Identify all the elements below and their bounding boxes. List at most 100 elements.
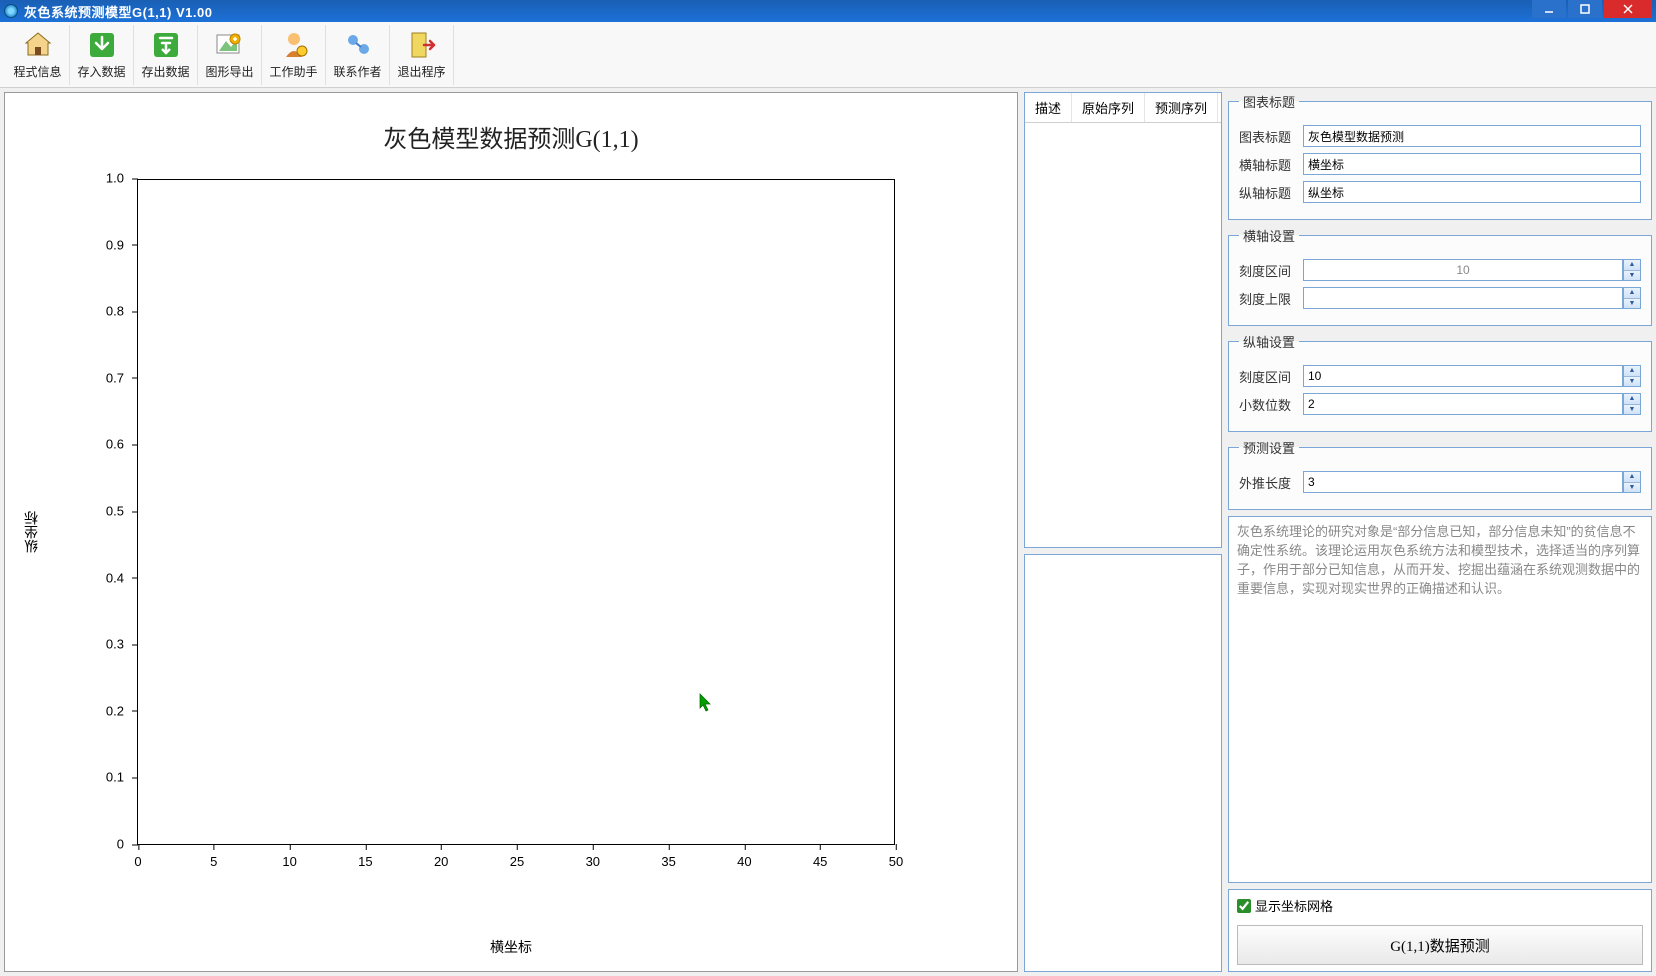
x-tick: 20 — [434, 844, 448, 869]
label-extrapolate: 外推长度 — [1239, 473, 1295, 492]
titlebar: 灰色系统预测模型G(1,1) V1.00 — [0, 0, 1656, 22]
spin-up[interactable]: ▲ — [1624, 366, 1640, 377]
lower-list-box — [1024, 554, 1222, 972]
y-tick: 0.3 — [106, 637, 138, 652]
legend-xaxis: 横轴设置 — [1239, 226, 1299, 245]
tab-description[interactable]: 描述 — [1025, 93, 1072, 122]
data-tab-box: 描述 原始序列 预测序列 — [1024, 92, 1222, 548]
x-tick: 40 — [737, 844, 751, 869]
group-predict-setting: 预测设置 外推长度 ▲▼ — [1228, 438, 1652, 510]
toolbar-save-data[interactable]: 存出数据 — [134, 25, 198, 85]
input-y-decimals[interactable] — [1303, 393, 1623, 415]
spin-down[interactable]: ▼ — [1624, 299, 1640, 309]
checkbox-show-grid-wrap[interactable]: 显示坐标网格 — [1237, 896, 1643, 915]
x-tick: 5 — [210, 844, 217, 869]
close-button[interactable] — [1604, 0, 1652, 18]
input-x-interval[interactable] — [1303, 259, 1623, 281]
legend-predict: 预测设置 — [1239, 438, 1299, 457]
legend-chart-title: 图表标题 — [1239, 92, 1299, 111]
toolbar-exit[interactable]: 退出程序 — [390, 25, 454, 85]
y-tick: 0.5 — [106, 504, 138, 519]
spin-down[interactable]: ▼ — [1624, 405, 1640, 415]
checkbox-show-grid-label: 显示坐标网格 — [1255, 896, 1333, 915]
toolbar-program-info[interactable]: 程式信息 — [6, 25, 70, 85]
toolbar-assistant[interactable]: 工作助手 — [262, 25, 326, 85]
exit-icon — [406, 29, 438, 61]
y-tick: 0.4 — [106, 570, 138, 585]
chart-title: 灰色模型数据预测G(1,1) — [5, 93, 1017, 154]
toolbar-label: 图形导出 — [205, 63, 253, 80]
label-chart-title: 图表标题 — [1239, 127, 1295, 146]
x-tick: 25 — [510, 844, 524, 869]
picture-export-icon — [214, 29, 246, 61]
label-y-decimals: 小数位数 — [1239, 395, 1295, 414]
spin-up[interactable]: ▲ — [1624, 260, 1640, 271]
y-tick: 0.1 — [106, 770, 138, 785]
maximize-button[interactable] — [1568, 0, 1602, 18]
import-icon — [86, 29, 118, 61]
tab-predict-series[interactable]: 预测序列 — [1145, 93, 1218, 122]
y-tick: 0.9 — [106, 237, 138, 252]
x-tick: 10 — [282, 844, 296, 869]
x-tick: 35 — [661, 844, 675, 869]
input-yaxis-title[interactable] — [1303, 181, 1641, 203]
spin-up[interactable]: ▲ — [1624, 394, 1640, 405]
group-chart-title: 图表标题 图表标题 横轴标题 纵轴标题 — [1228, 92, 1652, 220]
minimize-button[interactable] — [1532, 0, 1566, 18]
input-chart-title[interactable] — [1303, 125, 1641, 147]
right-pane: 图表标题 图表标题 横轴标题 纵轴标题 横轴设置 刻度区间 ▲▼ — [1228, 92, 1652, 972]
input-extrapolate[interactable] — [1303, 471, 1623, 493]
label-y-interval: 刻度区间 — [1239, 367, 1295, 386]
toolbar-label: 退出程序 — [397, 63, 445, 80]
toolbar-label: 存入数据 — [77, 63, 125, 80]
label-yaxis-title: 纵轴标题 — [1239, 183, 1295, 202]
toolbar: 程式信息 存入数据 存出数据 图形导出 工作助手 联系作者 退出程序 — [0, 22, 1656, 88]
spin-down[interactable]: ▼ — [1624, 483, 1640, 493]
house-icon — [22, 29, 54, 61]
y-tick: 0.7 — [106, 370, 138, 385]
contact-icon — [342, 29, 374, 61]
input-x-upper[interactable] — [1303, 287, 1623, 309]
group-yaxis-setting: 纵轴设置 刻度区间 ▲▼ 小数位数 ▲▼ — [1228, 332, 1652, 432]
toolbar-export-chart[interactable]: 图形导出 — [198, 25, 262, 85]
spin-up[interactable]: ▲ — [1624, 472, 1640, 483]
toolbar-label: 程式信息 — [13, 63, 61, 80]
group-xaxis-setting: 横轴设置 刻度区间 ▲▼ 刻度上限 ▲▼ — [1228, 226, 1652, 326]
assistant-icon — [278, 29, 310, 61]
y-tick: 1.0 — [106, 171, 138, 186]
x-tick: 30 — [586, 844, 600, 869]
spin-down[interactable]: ▼ — [1624, 271, 1640, 281]
tab-original-series[interactable]: 原始序列 — [1072, 93, 1145, 122]
toolbar-load-data[interactable]: 存入数据 — [70, 25, 134, 85]
toolbar-label: 存出数据 — [141, 63, 189, 80]
export-icon — [150, 29, 182, 61]
x-tick: 15 — [358, 844, 372, 869]
description-box: 灰色系统理论的研究对象是“部分信息已知，部分信息未知”的贫信息不确定性系统。该理… — [1228, 516, 1652, 883]
checkbox-show-grid[interactable] — [1237, 899, 1251, 913]
run-predict-button[interactable]: G(1,1)数据预测 — [1237, 925, 1643, 965]
spin-down[interactable]: ▼ — [1624, 377, 1640, 387]
legend-yaxis: 纵轴设置 — [1239, 332, 1299, 351]
input-y-interval[interactable] — [1303, 365, 1623, 387]
footer-section: 显示坐标网格 G(1,1)数据预测 — [1228, 889, 1652, 972]
app-icon — [4, 4, 18, 18]
spin-up[interactable]: ▲ — [1624, 288, 1640, 299]
label-x-upper: 刻度上限 — [1239, 289, 1295, 308]
x-tick: 0 — [134, 844, 141, 869]
plot-area: 00.10.20.30.40.50.60.70.80.91.0051015202… — [137, 179, 895, 845]
chart-pane: 灰色模型数据预测G(1,1) 纵坐标 横坐标 00.10.20.30.40.50… — [4, 92, 1018, 972]
y-tick: 0.6 — [106, 437, 138, 452]
input-xaxis-title[interactable] — [1303, 153, 1641, 175]
main-area: 灰色模型数据预测G(1,1) 纵坐标 横坐标 00.10.20.30.40.50… — [0, 88, 1656, 976]
window-buttons — [1532, 0, 1652, 22]
window-title: 灰色系统预测模型G(1,1) V1.00 — [24, 2, 1532, 21]
toolbar-label: 工作助手 — [269, 63, 317, 80]
y-tick: 0.2 — [106, 703, 138, 718]
label-x-interval: 刻度区间 — [1239, 261, 1295, 280]
toolbar-contact[interactable]: 联系作者 — [326, 25, 390, 85]
x-tick: 50 — [889, 844, 903, 869]
y-tick: 0.8 — [106, 304, 138, 319]
toolbar-label: 联系作者 — [333, 63, 381, 80]
x-axis-label: 横坐标 — [490, 937, 532, 957]
y-axis-label: 纵坐标 — [23, 511, 43, 553]
